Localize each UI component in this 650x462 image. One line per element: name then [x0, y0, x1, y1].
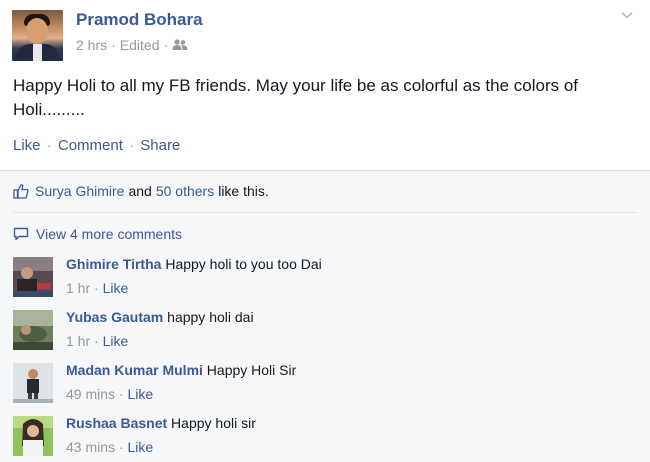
post-text: Happy Holi to all my FB friends. May you… [13, 76, 579, 119]
like-link[interactable]: Like [13, 137, 41, 154]
comment-time[interactable]: 1 hr [66, 333, 90, 349]
comment-like-link[interactable]: Like [127, 386, 153, 402]
comment-text: Happy holi sir [171, 415, 256, 431]
likes-summary: Surya Ghimire and 50 others like this. [13, 183, 269, 199]
thumbs-up-icon [13, 184, 29, 199]
likes-suffix: like this. [218, 183, 269, 199]
share-link[interactable]: Share [140, 137, 180, 154]
view-more-comments[interactable]: View 4 more comments [13, 226, 182, 242]
action-separator: · [129, 137, 135, 154]
friends-icon[interactable] [172, 39, 188, 51]
other-likers-link[interactable]: 50 others [156, 183, 214, 199]
comment-time[interactable]: 1 hr [66, 280, 90, 296]
meta-separator: · [111, 37, 116, 53]
commenter-name[interactable]: Ghimire Tirtha [66, 256, 161, 272]
comment-text: Happy holi to you too Dai [165, 256, 322, 272]
meta-separator: · [118, 386, 124, 402]
comment-text: Happy Holi Sir [206, 362, 297, 378]
comment-like-link[interactable]: Like [103, 333, 129, 349]
comment-like-link[interactable]: Like [103, 280, 129, 296]
comment-item: Ghimire Tirtha Happy holi to you too Dai… [13, 255, 633, 303]
liker-name[interactable]: Surya Ghimire [35, 183, 124, 199]
author-name[interactable]: Pramod Bohara [76, 10, 203, 30]
comment-time[interactable]: 49 mins [66, 386, 115, 402]
edited-label[interactable]: Edited [120, 37, 160, 53]
commenter-avatar[interactable] [13, 310, 53, 350]
post-actions: Like · Comment · Share [13, 137, 180, 154]
commenter-avatar[interactable] [13, 257, 53, 297]
divider [13, 212, 637, 213]
comment-bubble-icon [13, 227, 29, 241]
comment-text: happy holi dai [167, 309, 254, 325]
commenter-name[interactable]: Rushaa Basnet [66, 415, 167, 431]
comment-item: Madan Kumar Mulmi Happy Holi Sir 49 mins… [13, 361, 633, 409]
meta-separator: · [94, 280, 99, 296]
action-separator: · [46, 137, 52, 154]
feed-post: Pramod Bohara 2 hrs · Edited · Happy Hol… [0, 0, 650, 462]
commenter-avatar[interactable] [13, 416, 53, 456]
commenter-name[interactable]: Madan Kumar Mulmi [66, 362, 203, 378]
view-more-label[interactable]: View 4 more comments [36, 226, 182, 242]
ufi-panel: Surya Ghimire and 50 others like this. V… [0, 170, 650, 462]
post-meta: 2 hrs · Edited · [76, 37, 188, 53]
chevron-down-icon[interactable] [620, 8, 634, 22]
comment-item: Rushaa Basnet Happy holi sir 43 mins · L… [13, 414, 633, 462]
comment-time[interactable]: 43 mins [66, 439, 115, 455]
post-timestamp[interactable]: 2 hrs [76, 37, 107, 53]
commenter-name[interactable]: Yubas Gautam [66, 309, 163, 325]
comment-link[interactable]: Comment [58, 137, 123, 154]
meta-separator: · [118, 439, 124, 455]
author-avatar[interactable] [12, 10, 63, 61]
likes-and: and [128, 183, 152, 199]
commenter-avatar[interactable] [13, 363, 53, 403]
meta-separator: · [163, 37, 169, 53]
comment-item: Yubas Gautam happy holi dai 1 hr · Like [13, 308, 633, 356]
comment-like-link[interactable]: Like [127, 439, 153, 455]
meta-separator: · [94, 333, 99, 349]
